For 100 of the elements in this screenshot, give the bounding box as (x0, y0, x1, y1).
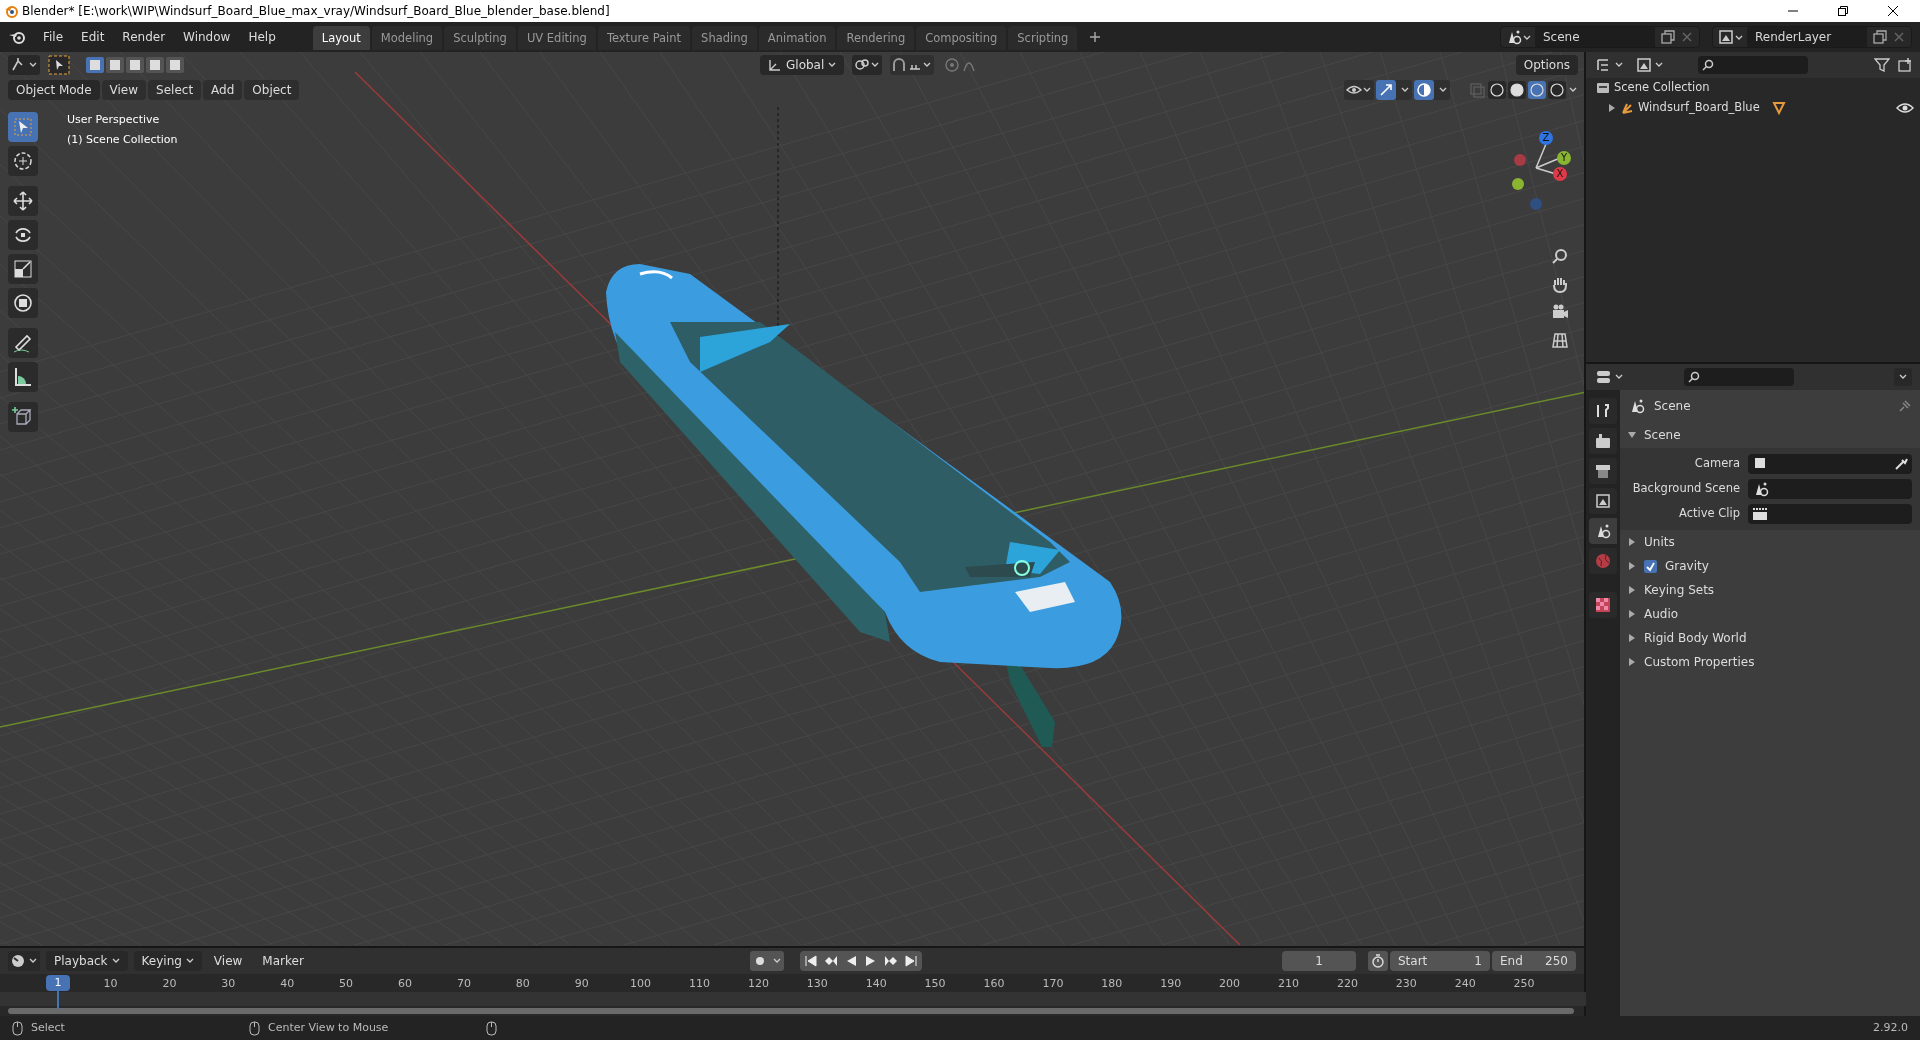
properties-tab[interactable] (1589, 428, 1617, 454)
selection-mode-icon[interactable] (106, 56, 124, 73)
camera-icon[interactable] (1551, 303, 1569, 321)
axis-label[interactable]: X (1553, 167, 1567, 181)
pin-icon[interactable] (1898, 399, 1912, 413)
selection-mode-icon[interactable] (166, 56, 184, 73)
panel-title[interactable]: Keying Sets (1644, 581, 1715, 599)
menu-item[interactable]: Edit (72, 28, 114, 46)
menu-item[interactable]: Help (239, 28, 285, 46)
workspace-tab[interactable]: Sculpting (444, 26, 516, 50)
gizmo-toggle[interactable] (1376, 79, 1412, 100)
options-dropdown-icon[interactable] (1894, 368, 1912, 386)
editor-type-button[interactable] (8, 54, 40, 75)
jump-end-icon[interactable] (903, 954, 918, 968)
menu-item[interactable]: Object (244, 79, 300, 100)
selection-mode-icon[interactable] (86, 56, 104, 73)
start-frame-field[interactable]: Start 1 (1390, 951, 1490, 971)
axis-label[interactable]: Y (1557, 151, 1571, 165)
zoom-icon[interactable] (1551, 247, 1569, 265)
stopwatch-icon[interactable] (1368, 951, 1388, 971)
outliner-search-field[interactable] (1698, 56, 1808, 74)
tool-button[interactable] (8, 288, 38, 318)
properties-search-field[interactable] (1684, 368, 1794, 386)
jump-start-icon[interactable] (803, 954, 818, 968)
expand-arrow-icon[interactable] (1608, 104, 1616, 112)
menu-item[interactable]: File (34, 28, 73, 46)
pivot-point-button[interactable] (852, 54, 883, 75)
expand-arrow-icon[interactable] (1628, 538, 1636, 546)
workspace-tab[interactable]: Shading (692, 26, 757, 50)
field-value[interactable]: 1 (1474, 952, 1482, 970)
axis-label[interactable]: Z (1539, 131, 1553, 145)
workspace-tab[interactable]: Layout (312, 26, 370, 50)
timeline-scrollbar[interactable] (8, 1008, 1574, 1014)
menu-item[interactable]: Render (113, 28, 175, 46)
add-workspace-icon[interactable] (1089, 31, 1102, 43)
expand-arrow-icon[interactable] (1628, 658, 1636, 666)
workspace-tab[interactable]: Rendering (837, 26, 915, 50)
shading-mode-icon[interactable] (1508, 80, 1526, 99)
camera-field[interactable] (1748, 454, 1912, 474)
tool-button[interactable] (8, 254, 38, 284)
shading-mode-icon[interactable] (1528, 80, 1546, 99)
expand-arrow-icon[interactable] (1628, 562, 1636, 570)
properties-tab[interactable] (1589, 488, 1617, 514)
grid-view-icon[interactable] (1551, 331, 1569, 349)
panel-title[interactable]: Gravity (1665, 557, 1709, 575)
workspace-tab[interactable]: UV Editing (517, 26, 596, 50)
caret-icon[interactable] (1568, 85, 1578, 94)
end-frame-field[interactable]: End 250 (1492, 951, 1576, 971)
new-collection-icon[interactable] (1898, 58, 1912, 72)
scene-field[interactable] (1748, 479, 1912, 499)
workspace-tab[interactable]: Compositing (916, 26, 1007, 50)
options-dropdown[interactable]: Options (1515, 54, 1578, 75)
tool-button[interactable] (8, 402, 38, 432)
workspace-tab[interactable]: Scripting (1008, 26, 1078, 50)
tool-button[interactable] (8, 328, 38, 358)
hand-icon[interactable] (1551, 275, 1569, 293)
previous-keyframe-icon[interactable] (823, 954, 838, 968)
properties-tab[interactable] (1589, 398, 1617, 424)
panel-title[interactable]: Rigid Body World (1644, 629, 1747, 647)
mode-dropdown[interactable]: Object Mode (8, 79, 100, 100)
tool-button[interactable] (8, 220, 38, 250)
workspace-tab[interactable]: Modeling (371, 26, 443, 50)
expand-arrow-icon[interactable] (1628, 586, 1636, 594)
outliner-item[interactable]: Scene Collection (1614, 79, 1710, 97)
menu-item[interactable]: Select (148, 79, 202, 100)
restore-icon[interactable] (1838, 6, 1848, 16)
panel-title[interactable]: Units (1644, 533, 1675, 551)
editor-type-button[interactable] (8, 951, 40, 971)
shading-mode-icon[interactable] (1488, 80, 1506, 99)
menu-item[interactable]: Add (203, 79, 243, 100)
snap-button[interactable] (890, 54, 935, 75)
blender-menu-icon[interactable] (8, 29, 26, 45)
selection-mode-icon[interactable] (146, 56, 164, 73)
filter-icon[interactable] (1874, 58, 1890, 72)
menu-item[interactable]: Marker (254, 952, 312, 970)
properties-tab[interactable] (1589, 518, 1617, 544)
tool-button[interactable] (8, 362, 38, 392)
shading-mode-icon[interactable] (1548, 80, 1566, 99)
selection-mode-icon[interactable] (126, 56, 144, 73)
properties-tab[interactable] (1589, 458, 1617, 484)
workspace-tab[interactable]: Animation (758, 26, 836, 50)
outliner-item[interactable]: Windsurf_Board_Blue (1638, 99, 1768, 117)
eyedropper-icon[interactable] (1894, 457, 1908, 471)
next-keyframe-icon[interactable] (883, 954, 898, 968)
current-frame-field[interactable]: 1 (1282, 951, 1356, 971)
clip-field[interactable] (1748, 504, 1912, 524)
field-value[interactable]: 250 (1545, 952, 1568, 970)
tool-button[interactable] (8, 146, 38, 176)
properties-tab[interactable] (1589, 592, 1617, 618)
tool-button[interactable] (8, 186, 38, 216)
menu-item[interactable]: Window (174, 28, 240, 46)
eye-icon[interactable] (1896, 101, 1914, 115)
panel-title[interactable]: Custom Properties (1644, 653, 1755, 671)
record-button[interactable] (749, 951, 784, 971)
expand-arrow-icon[interactable] (1628, 431, 1636, 439)
overlay-toggle[interactable] (1414, 79, 1450, 100)
expand-arrow-icon[interactable] (1628, 634, 1636, 642)
visibility-button[interactable] (1344, 79, 1374, 100)
checkbox[interactable] (1644, 559, 1657, 573)
tool-button[interactable] (8, 112, 38, 142)
